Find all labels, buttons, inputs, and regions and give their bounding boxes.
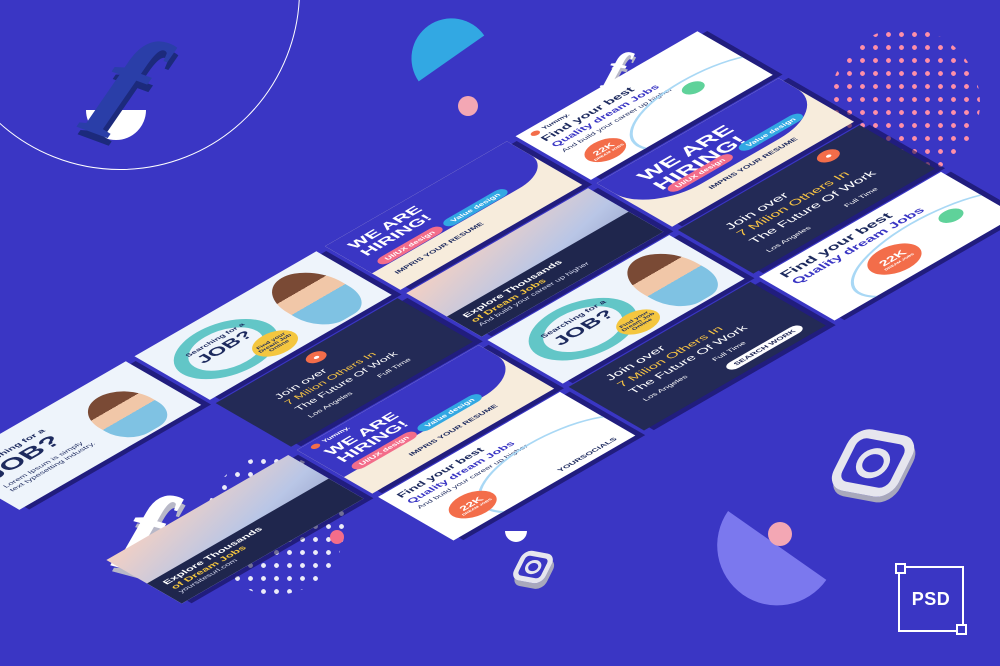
promo-scene: f f f Yummy. Searching for a JOB? Lorem … [0,0,1000,666]
user-icon: ● [301,348,331,366]
user-icon-2: ● [812,146,845,166]
blob-white-bottom [505,531,527,542]
explore-line2-b: of Dream Jobs [168,544,249,591]
blob-pink-bottom [768,522,792,546]
blob-pink-top [458,96,478,116]
psd-badge: PSD [895,563,967,635]
join-line2: 7 Milion Others In [281,350,379,407]
tile-job-search: Yummy. Searching for a JOB? Lorem Ipsum … [0,361,202,510]
half-disc-violet [693,511,827,629]
half-disc-blue [395,2,485,82]
explore-url: yoursitesurl.com [176,557,240,594]
instagram-3d-icon-large [825,426,921,500]
explore-bar-2: Explore Thousands of Dream Jobs yoursite… [147,478,364,604]
instagram-3d-icon-small [509,549,557,585]
explore-line1-b: Explore Thousands [160,525,265,586]
tile-explore-left: Explore Thousands of Dream Jobs yoursite… [106,455,364,604]
